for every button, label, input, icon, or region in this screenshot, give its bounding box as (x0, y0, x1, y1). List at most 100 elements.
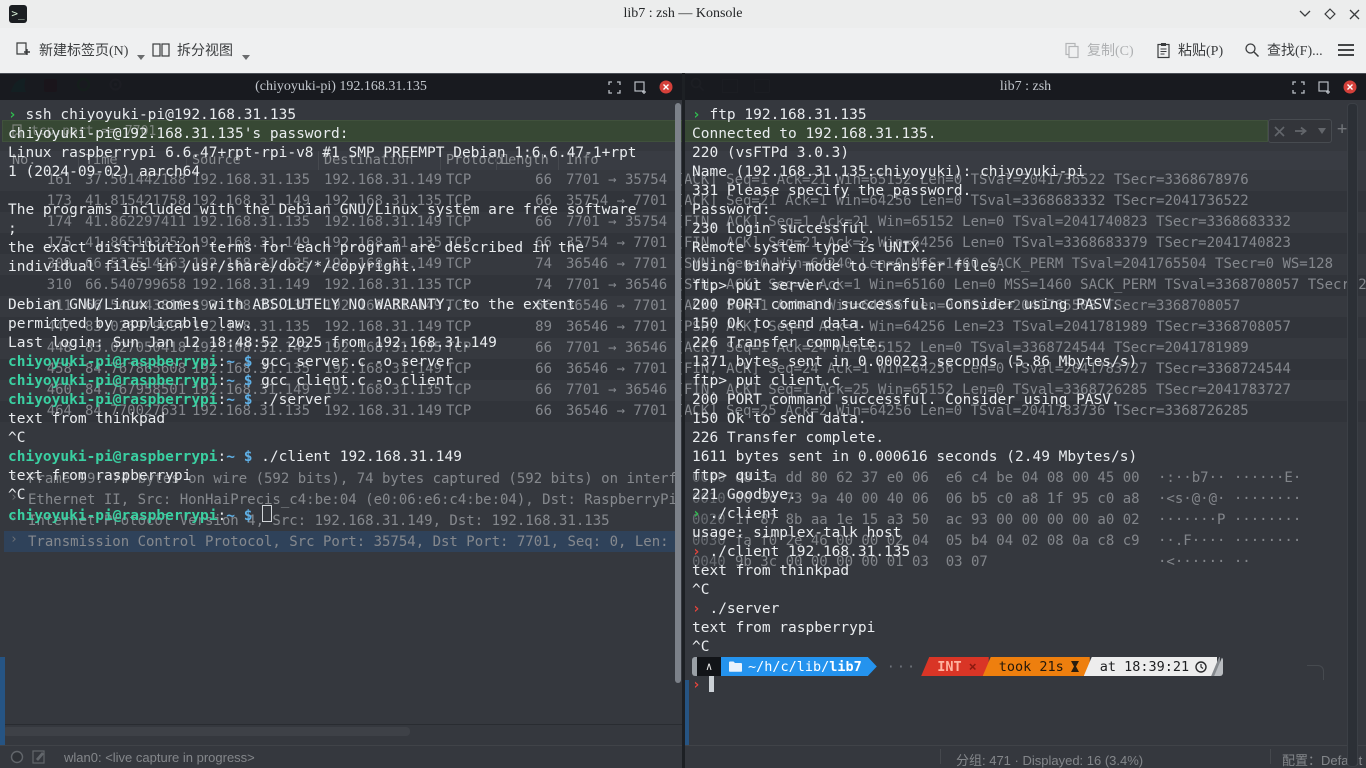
konsole-window: >_ lib7 : zsh — Konsole 新建标签页(N) 拆分视图 复制… (0, 0, 1366, 768)
new-tab-icon (14, 41, 32, 59)
left-terminal-scrollbar[interactable] (675, 103, 681, 683)
detach-view-icon[interactable] (1316, 79, 1332, 95)
pane-divider[interactable] (682, 73, 685, 768)
maximize-button[interactable] (1320, 4, 1340, 24)
powerline-arrow (868, 657, 877, 676)
paste-button[interactable]: 粘贴(P) (1152, 36, 1227, 64)
hamburger-icon (1337, 43, 1355, 57)
expand-view-icon[interactable] (1290, 79, 1306, 95)
powerline-prompt-bar: ∧~/h/c/lib/lib7···INT×took 21sat 18:39:2… (692, 657, 1344, 676)
terminal-line: ^C (692, 638, 1344, 657)
terminal-line: › ./client (692, 505, 1344, 524)
terminal-line: Name (192.168.31.135:chiyoyuki): chiyoyu… (692, 163, 1344, 182)
split-view-label: 拆分视图 (177, 40, 233, 60)
terminal-line: ftp> put server.c (692, 277, 1344, 296)
terminal-line: 200 PORT command successful. Consider us… (692, 296, 1344, 315)
terminal-line: 230 Login successful. (692, 220, 1344, 239)
terminal-line: 200 PORT command successful. Consider us… (692, 391, 1344, 410)
cursor (709, 676, 714, 692)
terminal-line: text from raspberrypi (8, 467, 676, 486)
paste-label: 粘贴(P) (1178, 40, 1223, 60)
terminal-line: chiyoyuki-pi@raspberrypi:~ $ gcc client.… (8, 372, 676, 391)
terminal-line (8, 277, 676, 296)
terminal-line: 1 (2024-09-02) aarch64 (8, 163, 676, 182)
split-view-button[interactable]: 拆分视图 (148, 36, 254, 64)
terminal-line (8, 182, 676, 201)
left-terminal[interactable]: › ssh chiyoyuki-pi@192.168.31.135chiyoyu… (8, 100, 676, 524)
terminal-line: › ./client 192.168.31.135 (692, 543, 1344, 562)
hourglass-icon (1070, 660, 1080, 673)
terminal-line: text from raspberrypi (692, 619, 1344, 638)
terminal-line: 220 (vsFTPd 3.0.3) (692, 144, 1344, 163)
close-view-icon[interactable] (1342, 79, 1358, 95)
chevron-down-icon (242, 55, 250, 60)
terminal-line: individual files in /usr/share/doc/*/cop… (8, 258, 676, 277)
terminal-line: Last login: Sun Jan 12 18:48:52 2025 fro… (8, 334, 676, 353)
prompt-dots: ··· (877, 657, 927, 676)
terminal-line: usage: simplex-talk host (692, 524, 1344, 543)
terminal-line: 1371 bytes sent in 0.000223 seconds (5.8… (692, 353, 1344, 372)
minimize-button[interactable] (1295, 4, 1315, 24)
terminal-line: text from thinkpad (692, 562, 1344, 581)
main-area: tcp.port == 7701 + No.TimeSourceDestinat… (0, 73, 1366, 768)
terminal-line: Connected to 192.168.31.135. (692, 125, 1344, 144)
chevron-down-icon (137, 55, 145, 60)
terminal-line: 226 Transfer complete. (692, 429, 1344, 448)
terminal-line: ftp> put client.c (692, 372, 1344, 391)
right-terminal[interactable]: › ftp 192.168.31.135Connected to 192.168… (692, 100, 1344, 695)
terminal-line: ftp> quit (692, 467, 1344, 486)
terminal-line: Linux raspberrypi 6.6.47+rpt-rpi-v8 #1 S… (8, 144, 676, 163)
detach-view-icon[interactable] (632, 79, 648, 95)
terminal-line: The programs included with the Debian GN… (8, 201, 676, 220)
path-segment: ~/h/c/lib/lib7 (721, 657, 868, 676)
search-icon (1244, 42, 1260, 58)
terminal-line: ^C (692, 581, 1344, 600)
terminal-line: Password: (692, 201, 1344, 220)
terminal-line: Debian GNU/Linux comes with ABSOLUTELY N… (8, 296, 676, 315)
time-segment: at 18:39:21 (1084, 657, 1217, 676)
terminal-line: 221 Goodbye. (692, 486, 1344, 505)
terminal-line: chiyoyuki-pi@raspberrypi:~ $ (8, 505, 676, 524)
close-view-icon[interactable] (658, 79, 674, 95)
terminal-line: › ftp 192.168.31.135 (692, 106, 1344, 125)
titlebar: >_ lib7 : zsh — Konsole (0, 0, 1366, 29)
clock-icon (1195, 661, 1207, 673)
terminal-line: 150 Ok to send data. (692, 410, 1344, 429)
right-pane-title: lib7 : zsh (685, 74, 1366, 100)
terminal-line: Using binary mode to transfer files. (692, 258, 1344, 277)
terminal-line: 150 Ok to send data. (692, 315, 1344, 334)
copy-label: 复制(C) (1087, 40, 1134, 60)
paste-icon (1156, 42, 1171, 59)
menu-button[interactable] (1333, 36, 1359, 64)
expand-view-icon[interactable] (606, 79, 622, 95)
toolbar: 新建标签页(N) 拆分视图 复制(C) 粘贴(P) 查找(F)... (0, 28, 1366, 74)
new-tab-button[interactable]: 新建标签页(N) (10, 36, 149, 64)
window-title: lib7 : zsh — Konsole (0, 0, 1366, 28)
terminal-line: chiyoyuki-pi@raspberrypi:~ $ ./server (8, 391, 676, 410)
copy-button[interactable]: 复制(C) (1060, 36, 1138, 64)
new-tab-label: 新建标签页(N) (39, 40, 128, 60)
terminal-line: › (692, 676, 1344, 695)
terminal-line: text from thinkpad (8, 410, 676, 429)
terminal-line: ^C (8, 429, 676, 448)
exit-status-segment: INT× (921, 657, 989, 676)
vi-mode-segment: ∧ (697, 657, 721, 676)
terminal-line: ; (8, 220, 676, 239)
split-view-icon (152, 42, 170, 58)
find-label: 查找(F)... (1267, 40, 1323, 60)
left-pane-title: (chiyoyuki-pi) 192.168.31.135 (0, 74, 682, 100)
terminal-line: permitted by applicable law. (8, 315, 676, 334)
terminal-line: › ssh chiyoyuki-pi@192.168.31.135 (8, 106, 676, 125)
terminal-line: chiyoyuki-pi@192.168.31.135's password: (8, 125, 676, 144)
terminal-line: ^C (8, 486, 676, 505)
right-pane-header: lib7 : zsh (685, 74, 1366, 100)
terminal-line: Remote system type is UNIX. (692, 239, 1344, 258)
close-button[interactable] (1344, 4, 1364, 24)
terminal-line: 331 Please specify the password. (692, 182, 1344, 201)
find-button[interactable]: 查找(F)... (1240, 36, 1327, 64)
terminal-line: 226 Transfer complete. (692, 334, 1344, 353)
terminal-line: chiyoyuki-pi@raspberrypi:~ $ ./client 19… (8, 448, 676, 467)
terminal-line: the exact distribution terms for each pr… (8, 239, 676, 258)
cursor-hollow (262, 505, 272, 522)
right-terminal-scrollbar[interactable] (1347, 103, 1358, 767)
